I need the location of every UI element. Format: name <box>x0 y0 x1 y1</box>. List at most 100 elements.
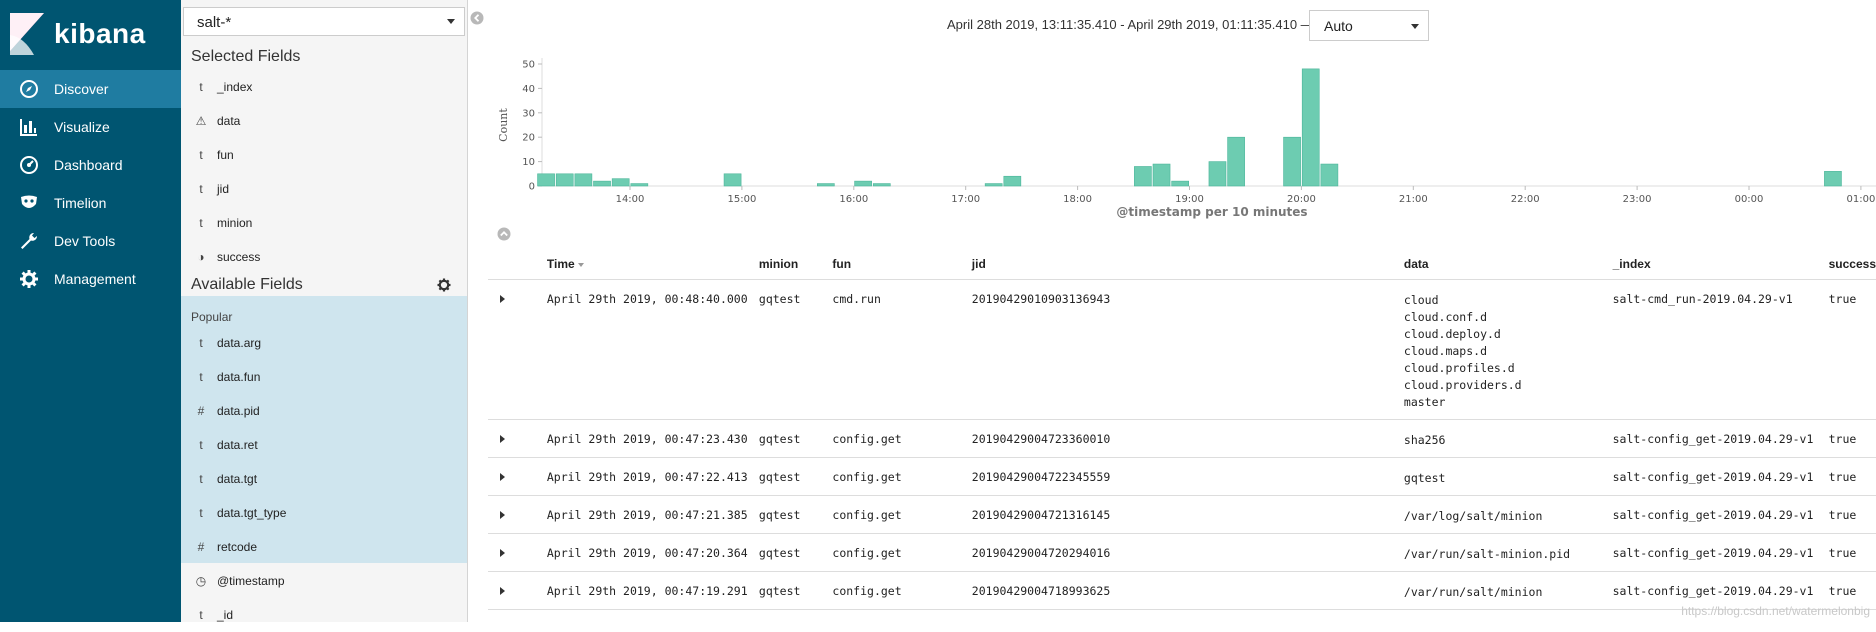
caret-right-icon[interactable] <box>500 511 505 519</box>
nav-item-devtools[interactable]: Dev Tools <box>0 222 181 260</box>
field-fun[interactable]: t fun <box>181 138 467 172</box>
histogram-bar[interactable] <box>630 183 649 187</box>
column-header-time[interactable]: Time <box>546 249 759 280</box>
cell-time: April 29th 2019, 00:47:20.364 <box>546 533 759 572</box>
data-value-line: cloud.providers.d <box>1403 378 1522 392</box>
x-tick-label: 18:00 <box>1063 194 1092 205</box>
field-data-pid[interactable]: # data.pid <box>181 394 467 428</box>
field-data[interactable]: ⚠ data <box>181 104 467 138</box>
kibana-logo[interactable]: kibana <box>10 12 146 56</box>
histogram-bar[interactable] <box>872 183 891 187</box>
string-type-icon: t <box>199 472 203 486</box>
field-index[interactable]: t _index <box>181 70 467 104</box>
column-header-index[interactable]: _index <box>1612 249 1829 280</box>
table-row[interactable]: April 29th 2019, 00:47:22.413 gqtest confi… <box>488 457 1876 496</box>
column-header-data[interactable]: data <box>1403 249 1613 280</box>
nav-item-visualize[interactable]: Visualize <box>0 108 181 146</box>
field-data-tgt-type[interactable]: t data.tgt_type <box>181 496 467 530</box>
histogram-bar[interactable] <box>537 173 555 187</box>
cell-fun: cmd.run <box>832 279 972 420</box>
interval-select[interactable]: Auto <box>1309 10 1429 41</box>
histogram-bar[interactable] <box>723 173 742 187</box>
expand-cell[interactable] <box>488 571 547 610</box>
field-data-arg[interactable]: t data.arg <box>181 326 467 360</box>
table-header-row: Time minion fun jid data _index success <box>488 249 1876 280</box>
histogram-bar[interactable] <box>1152 163 1171 187</box>
histogram-bar[interactable] <box>816 183 835 187</box>
nav-item-management[interactable]: Management <box>0 260 181 298</box>
expand-cell[interactable] <box>488 533 547 572</box>
caret-right-icon[interactable] <box>500 295 505 303</box>
expand-cell[interactable] <box>488 419 547 458</box>
cell-fun: config.get <box>832 533 972 572</box>
nav-item-timelion[interactable]: Timelion <box>0 184 181 222</box>
cell-data: cloud cloud.conf.d cloud.deploy.d cloud.map… <box>1403 279 1613 420</box>
gear-icon[interactable] <box>437 278 451 292</box>
histogram-bar[interactable] <box>1824 171 1842 187</box>
table-row[interactable]: April 29th 2019, 00:47:20.364 gqtest confi… <box>488 533 1876 572</box>
y-axis-label: Count <box>497 108 510 142</box>
cell-time: April 29th 2019, 00:47:19.291 <box>546 571 759 610</box>
field-id[interactable]: t _id <box>181 598 467 632</box>
column-header-jid[interactable]: jid <box>971 249 1404 280</box>
field-data-ret[interactable]: t data.ret <box>181 428 467 462</box>
histogram-bar[interactable] <box>854 180 872 187</box>
histogram-bar[interactable] <box>574 173 593 187</box>
selected-fields-title: Selected Fields <box>191 48 301 65</box>
caret-right-icon[interactable] <box>500 587 505 595</box>
field-timestamp[interactable]: ◷ @timestamp <box>181 564 467 598</box>
sort-descending-icon[interactable] <box>577 262 584 267</box>
chart-collapse-icon[interactable] <box>497 227 511 241</box>
table-row[interactable]: April 29th 2019, 00:47:19.291 gqtest confi… <box>488 571 1876 610</box>
field-success[interactable]: ◑ success <box>181 240 467 274</box>
string-type-icon: t <box>199 148 203 162</box>
field-minion[interactable]: t minion <box>181 206 467 240</box>
histogram-bar[interactable] <box>1227 136 1245 187</box>
histogram-bar[interactable] <box>1320 163 1339 187</box>
field-jid[interactable]: t jid <box>181 172 467 206</box>
caret-right-icon[interactable] <box>500 435 505 443</box>
table-row[interactable]: April 29th 2019, 00:48:40.000 gqtest cmd.r… <box>488 279 1876 420</box>
column-header-minion[interactable]: minion <box>758 249 833 280</box>
column-header-fun[interactable]: fun <box>832 249 972 280</box>
caret-right-icon[interactable] <box>500 473 505 481</box>
x-tick-label: 20:00 <box>1287 194 1316 205</box>
cell-minion: gqtest <box>758 419 833 458</box>
histogram-bar[interactable] <box>1171 180 1190 187</box>
data-value-line: gqtest <box>1403 471 1446 485</box>
histogram-bar[interactable] <box>1208 161 1227 187</box>
field-name: @timestamp <box>217 574 285 588</box>
index-pattern-select[interactable]: salt-* <box>183 7 465 36</box>
expand-cell[interactable] <box>488 457 547 496</box>
histogram-bar[interactable] <box>984 183 1003 187</box>
histogram-bar[interactable] <box>593 180 611 187</box>
field-data-fun[interactable]: t data.fun <box>181 360 467 394</box>
boolean-type-icon: ◑ <box>197 250 205 264</box>
column-header-success[interactable]: success <box>1828 249 1876 280</box>
caret-right-icon[interactable] <box>500 549 505 557</box>
cell-minion: gqtest <box>758 457 833 496</box>
table-row[interactable]: April 29th 2019, 00:47:21.385 gqtest confi… <box>488 495 1876 534</box>
field-retcode[interactable]: # retcode <box>181 530 467 564</box>
popular-label: Popular <box>191 310 233 324</box>
y-tick-label: 50 <box>522 60 535 71</box>
histogram-bar[interactable] <box>1301 68 1320 187</box>
nav-item-dashboard[interactable]: Dashboard <box>0 146 181 184</box>
expand-cell[interactable] <box>488 495 547 534</box>
expand-cell[interactable] <box>488 279 547 420</box>
cell-data: /var/log/salt/minion <box>1403 495 1613 534</box>
nav-item-discover[interactable]: Discover <box>0 70 181 108</box>
cell-fun: config.get <box>832 457 972 496</box>
field-data-tgt[interactable]: t data.tgt <box>181 462 467 496</box>
histogram-bar[interactable] <box>1134 166 1152 187</box>
clock-icon: ◷ <box>195 574 207 588</box>
column-header-label: _index <box>1612 257 1651 271</box>
data-value-line: master <box>1403 395 1446 409</box>
histogram-bar[interactable] <box>1283 136 1301 187</box>
field-sidebar: salt-* Selected Fields t _index ⚠ data t fun t… <box>181 0 468 622</box>
cell-minion: gqtest <box>758 533 833 572</box>
histogram-bar[interactable] <box>1003 175 1022 187</box>
histogram-bar[interactable] <box>555 173 574 187</box>
table-row[interactable]: April 29th 2019, 00:47:23.430 gqtest confi… <box>488 419 1876 458</box>
histogram-bar[interactable] <box>611 178 630 187</box>
